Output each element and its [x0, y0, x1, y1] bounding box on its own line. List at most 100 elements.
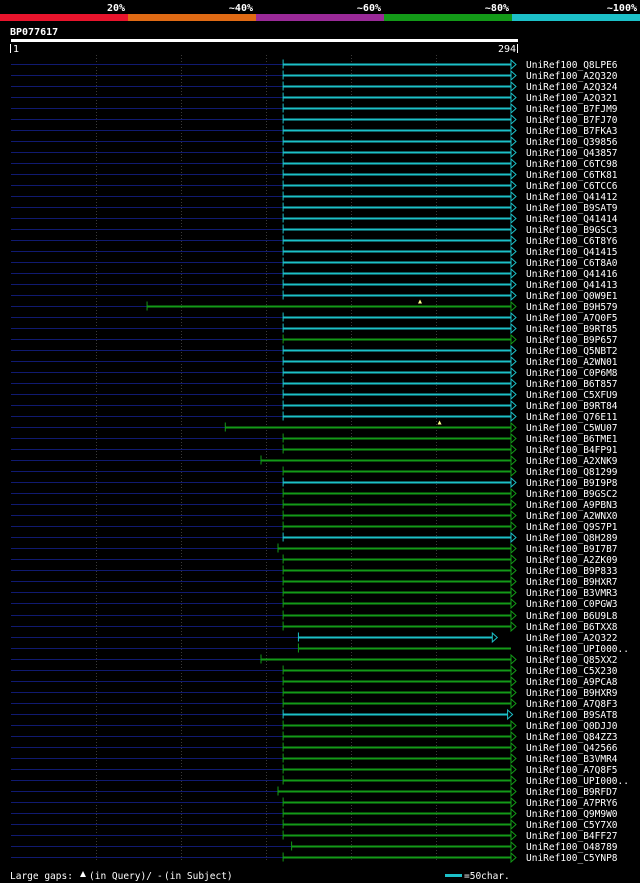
hit-arrow	[510, 135, 517, 148]
hit-label: UniRef100_B9H579	[526, 302, 618, 313]
identity-legend-label: 20%	[107, 3, 125, 14]
hit-label: UniRef100_C5X230	[526, 666, 618, 677]
hit-arrow	[507, 708, 514, 721]
query-bar	[11, 39, 518, 42]
hit-label: UniRef100_A2WNX0	[526, 511, 618, 522]
hit-label: UniRef100_Q76E11	[526, 412, 618, 423]
hit-label: UniRef100_C0P6M8	[526, 368, 618, 379]
hit-arrow	[510, 344, 517, 357]
hit-label: UniRef100_Q41413	[526, 280, 618, 291]
identity-legend-segment	[512, 14, 640, 21]
hit-arrow	[510, 267, 517, 280]
hit-label: UniRef100_O48789	[526, 842, 618, 853]
hit-label: UniRef100_C5Y7X0	[526, 820, 618, 831]
hit-arrow	[510, 102, 517, 115]
hit-arrow	[510, 697, 517, 710]
hit-label: UniRef100_C6TK81	[526, 170, 618, 181]
hit-arrow	[510, 168, 517, 181]
hit-label: UniRef100_C6TC98	[526, 159, 618, 170]
hit-label: UniRef100_B9SAT9	[526, 203, 618, 214]
hit-arrow	[510, 201, 517, 214]
hit-label: UniRef100_C5XFU9	[526, 390, 618, 401]
hit-arrow	[510, 399, 517, 412]
hit-arrow	[510, 410, 517, 423]
hit-arrow	[510, 597, 517, 610]
hit-arrow	[510, 763, 517, 776]
footer-in-subject: (in Subject)	[164, 871, 233, 882]
hit-label: UniRef100_A7Q0F5	[526, 313, 618, 324]
hit-label: UniRef100_Q8LPE6	[526, 60, 618, 71]
identity-legend-label: ~60%	[357, 3, 381, 14]
hit-arrow	[510, 807, 517, 820]
hit-arrow	[510, 223, 517, 236]
hit-label: UniRef100_A2Q320	[526, 71, 618, 82]
hit-arrow	[510, 564, 517, 577]
hit-label: UniRef100_Q84ZZ3	[526, 732, 618, 743]
hit-arrow	[510, 212, 517, 225]
hit-arrow	[510, 322, 517, 335]
hit-label: UniRef100_C5YNP8	[526, 853, 618, 864]
hit-arrow	[510, 300, 517, 313]
hit-arrow	[510, 752, 517, 765]
hit-arrow	[510, 774, 517, 787]
hit-arrow	[510, 234, 517, 247]
hit-arrow	[510, 421, 517, 434]
hit-arrow	[510, 653, 517, 666]
hit-label: UniRef100_Q41415	[526, 247, 618, 258]
identity-legend-segment	[256, 14, 384, 21]
hit-arrow	[510, 58, 517, 71]
hit-label: UniRef100_B4FF27	[526, 831, 618, 842]
hit-label: UniRef100_Q41412	[526, 192, 618, 203]
hit-label: UniRef100_B9RT84	[526, 401, 618, 412]
hit-label: UniRef100_A7Q8F5	[526, 765, 618, 776]
hit-label: UniRef100_B4FP91	[526, 445, 618, 456]
hit-label: UniRef100_Q0W9E1	[526, 291, 618, 302]
hit-arrow	[510, 620, 517, 633]
hit-label: UniRef100_B6TXX8	[526, 622, 618, 633]
hit-label: UniRef100_B9HXR9	[526, 688, 618, 699]
hit-label: UniRef100_B3VMR4	[526, 754, 618, 765]
hit-arrow	[510, 443, 517, 456]
hit-arrow	[510, 531, 517, 544]
hit-label: UniRef100_B9SAT8	[526, 710, 618, 721]
hit-arrow	[510, 124, 517, 137]
hit-arrow	[510, 377, 517, 390]
hit-label: UniRef100_Q9S7P1	[526, 522, 618, 533]
hit-label: UniRef100_Q42566	[526, 743, 618, 754]
hit-label: UniRef100_A2Q324	[526, 82, 618, 93]
alignment-chart: 20% ~40% ~60% ~80% ~100% BP077617 1 294 UniRef10…	[0, 3, 640, 882]
query-end-label: 294	[498, 44, 516, 55]
hit-label: UniRef100_A2ZK09	[526, 555, 618, 566]
hit-arrow	[510, 333, 517, 346]
query-name: BP077617	[10, 27, 58, 38]
query-start-label: 1	[13, 44, 19, 55]
identity-legend-label: ~40%	[229, 3, 253, 14]
hit-arrow	[510, 289, 517, 302]
hit-label: UniRef100_UPI000..	[526, 776, 629, 787]
hit-label: UniRef100_C5WU07	[526, 423, 618, 434]
hit-label: UniRef100_B9I9P8	[526, 478, 618, 489]
hit-label: UniRef100_Q5NBT2	[526, 346, 618, 357]
hit-label: UniRef100_B7FJ70	[526, 115, 618, 126]
hit-label: UniRef100_A2WN01	[526, 357, 618, 368]
hit-arrow	[510, 245, 517, 258]
hit-arrow	[510, 355, 517, 368]
hit-arrow	[510, 509, 517, 522]
hit-label: UniRef100_B9P833	[526, 566, 618, 577]
identity-legend-segment	[0, 14, 128, 21]
hit-arrow	[510, 256, 517, 269]
hit-label: UniRef100_C6T8A0	[526, 258, 618, 269]
hit-arrow	[510, 686, 517, 699]
hit-arrow	[510, 664, 517, 677]
hit-label: UniRef100_B3VMR3	[526, 588, 618, 599]
hit-label: UniRef100_B9GSC2	[526, 489, 618, 500]
hit-label: UniRef100_C6T8Y6	[526, 236, 618, 247]
hit-label: UniRef100_B9GSC3	[526, 225, 618, 236]
hit-label: UniRef100_B9I7B7	[526, 544, 618, 555]
hit-arrow	[510, 609, 517, 622]
identity-legend-label: ~100%	[607, 3, 637, 14]
hit-label: UniRef100_B9P657	[526, 335, 618, 346]
hit-arrow	[510, 146, 517, 159]
hit-label: UniRef100_A9PCA8	[526, 677, 618, 688]
hit-label: UniRef100_Q0DJJ0	[526, 721, 618, 732]
